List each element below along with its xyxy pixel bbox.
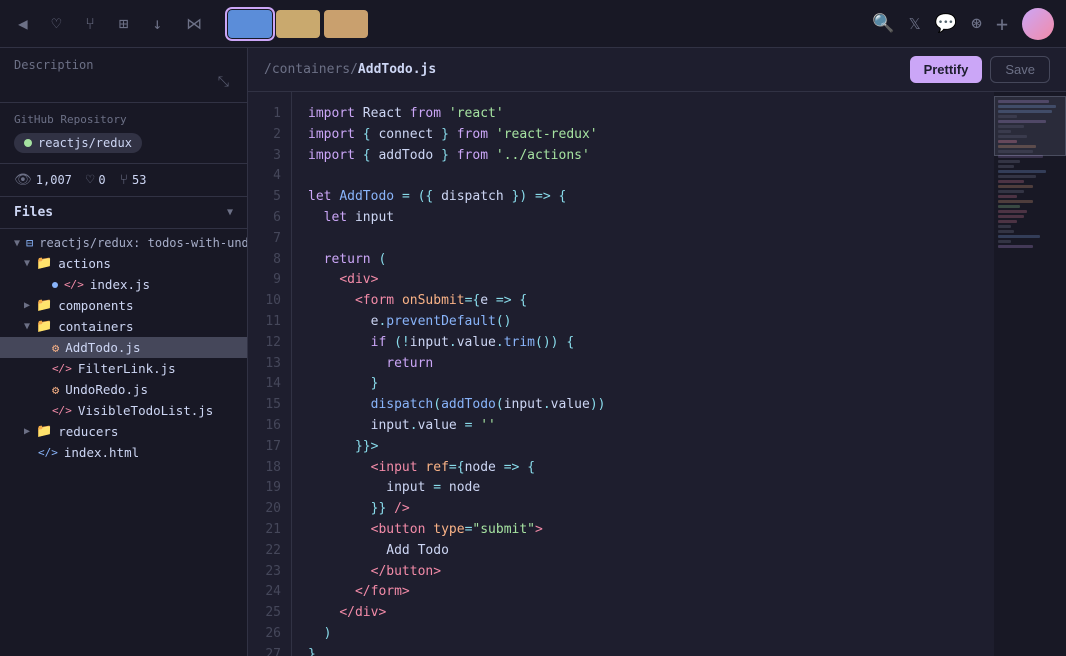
js-file-icon: </> [64, 278, 84, 291]
code-container: 12345 678910 1112131415 1617181920 21222… [248, 92, 1066, 656]
containers-label: containers [58, 319, 133, 334]
containers-chevron-icon: ▼ [24, 321, 30, 332]
tree-item-components[interactable]: ▶ 📁 components [0, 295, 247, 316]
forks-count: 53 [132, 173, 146, 187]
toolbar: ◀ ♡ ⑂ ⊞ ↓ ⋈ 🔍 𝕏 💬 ⊛ + [0, 0, 1066, 48]
save-icon[interactable]: ⊞ [113, 10, 135, 37]
tree-item-containers[interactable]: ▼ 📁 containers [0, 316, 247, 337]
line-numbers: 12345 678910 1112131415 1617181920 21222… [248, 92, 292, 656]
tree-item-addtodo[interactable]: ⚙ AddTodo.js [0, 337, 247, 358]
github-section: GitHub Repository reactjs/redux [0, 103, 247, 164]
github-status-dot [24, 139, 32, 147]
components-chevron-icon: ▶ [24, 300, 30, 311]
addtodo-settings-icon: ⚙ [52, 341, 59, 355]
description-label: Description [14, 58, 93, 72]
tree-item-actions-index[interactable]: </> index.js [0, 274, 247, 295]
containers-folder-icon: 📁 [36, 319, 52, 334]
files-header[interactable]: Files ▼ [0, 197, 247, 229]
color-swatch-warm[interactable] [324, 10, 368, 38]
actions-folder-icon: 📁 [36, 256, 52, 271]
files-chevron-icon: ▼ [227, 207, 233, 218]
editor-actions: Prettify Save [910, 56, 1050, 83]
share-icon[interactable]: ⋈ [180, 10, 208, 37]
breadcrumb: /containers/AddTodo.js [264, 62, 436, 77]
visibletodo-label: VisibleTodoList.js [78, 403, 213, 418]
breadcrumb-file: AddTodo.js [358, 62, 436, 77]
tree-item-index-html[interactable]: </> index.html [0, 442, 247, 463]
avatar[interactable] [1022, 8, 1054, 40]
color-swatch-blue[interactable] [228, 10, 272, 38]
github-icon[interactable]: ⊛ [971, 13, 982, 34]
prettify-button[interactable]: Prettify [910, 56, 983, 83]
chat-icon[interactable]: 💬 [935, 13, 957, 34]
reducers-chevron-icon: ▶ [24, 426, 30, 437]
visibletodo-icon: </> [52, 404, 72, 417]
filterlink-icon: </> [52, 362, 72, 375]
github-badge[interactable]: reactjs/redux [14, 133, 142, 153]
sidebar-description-section: Description ⤡ [0, 48, 247, 103]
stat-forks: ⑂ 53 [120, 172, 147, 188]
fork-icon[interactable]: ⑂ [79, 10, 101, 37]
save-button[interactable]: Save [990, 56, 1050, 83]
tree-item-visibletodo[interactable]: </> VisibleTodoList.js [0, 400, 247, 421]
forks-icon: ⑂ [120, 172, 128, 188]
filterlink-label: FilterLink.js [78, 361, 176, 376]
tree-item-reducers[interactable]: ▶ 📁 reducers [0, 421, 247, 442]
tree-item-undoredo[interactable]: ⚙ UndoRedo.js [0, 379, 247, 400]
components-folder-icon: 📁 [36, 298, 52, 313]
color-swatch-tan[interactable] [276, 10, 320, 38]
resize-handle[interactable]: ⤡ [14, 72, 233, 92]
stats-row: 👁 1,007 ♡ 0 ⑂ 53 [0, 164, 247, 197]
files-label: Files [14, 205, 53, 220]
heart-icon[interactable]: ♡ [46, 10, 68, 37]
files-tree: ▼ ⊟ reactjs/redux: todos-with-undo ▼ 📁 a… [0, 229, 247, 656]
modified-dot-indicator [52, 282, 58, 288]
reducers-label: reducers [58, 424, 118, 439]
minimap-content [994, 92, 1066, 258]
repo-label: reactjs/redux: todos-with-undo [39, 236, 247, 250]
likes-count: 0 [98, 173, 105, 187]
index-html-label: index.html [64, 445, 139, 460]
toolbar-colors [228, 10, 368, 38]
editor-header: /containers/AddTodo.js Prettify Save [248, 48, 1066, 92]
minimap [994, 92, 1066, 656]
download-icon[interactable]: ↓ [147, 10, 169, 37]
undoredo-icon: ⚙ [52, 383, 59, 397]
back-icon[interactable]: ◀ [12, 10, 34, 37]
repo-chevron-icon: ▼ [14, 238, 20, 249]
likes-icon: ♡ [86, 172, 94, 188]
tree-item-actions[interactable]: ▼ 📁 actions [0, 253, 247, 274]
stat-likes: ♡ 0 [86, 172, 106, 188]
add-icon[interactable]: + [996, 12, 1008, 36]
code-editor[interactable]: import React from 'react' import { conne… [292, 92, 994, 656]
undoredo-label: UndoRedo.js [65, 382, 148, 397]
views-count: 1,007 [36, 173, 72, 187]
repo-icon: ⊟ [26, 236, 33, 250]
editor-area: /containers/AddTodo.js Prettify Save 123… [248, 48, 1066, 656]
github-badge-text: reactjs/redux [38, 136, 132, 150]
actions-index-label: index.js [90, 277, 150, 292]
search-icon[interactable]: 🔍 [872, 13, 894, 34]
html-file-icon: </> [38, 446, 58, 459]
views-icon: 👁 [14, 172, 32, 188]
github-label: GitHub Repository [14, 113, 233, 126]
toolbar-left: ◀ ♡ ⑂ ⊞ ↓ ⋈ [12, 10, 368, 38]
actions-label: actions [58, 256, 111, 271]
toolbar-right: 🔍 𝕏 💬 ⊛ + [872, 8, 1054, 40]
breadcrumb-path: /containers/ [264, 62, 358, 77]
reducers-folder-icon: 📁 [36, 424, 52, 439]
stat-views: 👁 1,007 [14, 172, 72, 188]
components-label: components [58, 298, 133, 313]
tree-item-filterlink[interactable]: </> FilterLink.js [0, 358, 247, 379]
twitter-icon[interactable]: 𝕏 [909, 15, 921, 33]
sidebar: Description ⤡ GitHub Repository reactjs/… [0, 48, 248, 656]
main-area: Description ⤡ GitHub Repository reactjs/… [0, 48, 1066, 656]
tree-item-repo[interactable]: ▼ ⊟ reactjs/redux: todos-with-undo [0, 233, 247, 253]
addtodo-label: AddTodo.js [65, 340, 140, 355]
actions-chevron-icon: ▼ [24, 258, 30, 269]
